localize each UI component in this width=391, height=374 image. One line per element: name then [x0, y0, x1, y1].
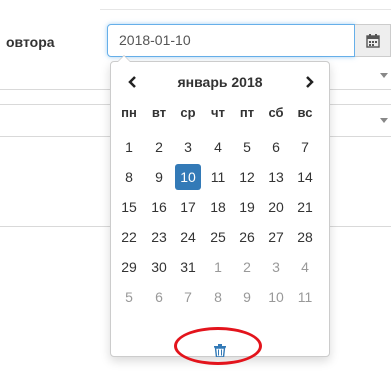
- day-cell-other-month[interactable]: 11: [292, 284, 318, 310]
- weekday-header: пт: [239, 105, 255, 120]
- day-cell[interactable]: 23: [146, 224, 172, 250]
- day-cell[interactable]: 3: [175, 134, 201, 160]
- chevron-right-icon: [306, 76, 314, 88]
- day-cell[interactable]: 13: [263, 164, 289, 190]
- datepicker-header: январь 2018: [111, 70, 329, 94]
- datepicker: январь 2018 пн вт ср чт пт сб вс 1 2 3 4…: [110, 55, 330, 357]
- day-cell-selected[interactable]: 10: [175, 164, 201, 190]
- day-cell-other-month[interactable]: 7: [175, 284, 201, 310]
- day-cell[interactable]: 9: [146, 164, 172, 190]
- day-cell-other-month[interactable]: 8: [205, 284, 231, 310]
- day-cell[interactable]: 14: [292, 164, 318, 190]
- day-cell-other-month[interactable]: 6: [146, 284, 172, 310]
- day-cell[interactable]: 11: [205, 164, 231, 190]
- day-cell[interactable]: 21: [292, 194, 318, 220]
- day-cell[interactable]: 8: [116, 164, 142, 190]
- day-cell[interactable]: 19: [234, 194, 260, 220]
- day-cell[interactable]: 7: [292, 134, 318, 160]
- day-cell-other-month[interactable]: 9: [234, 284, 260, 310]
- trash-icon: [214, 343, 226, 357]
- day-cell[interactable]: 30: [146, 254, 172, 280]
- picker-arrow: [118, 56, 130, 62]
- field-label: овтора: [6, 34, 55, 50]
- day-cell[interactable]: 1: [116, 134, 142, 160]
- caret-down-icon: [380, 73, 388, 78]
- day-cell[interactable]: 4: [205, 134, 231, 160]
- weekday-header: чт: [211, 105, 225, 120]
- date-input[interactable]: 2018-01-10: [107, 24, 355, 57]
- day-cell[interactable]: 5: [234, 134, 260, 160]
- prev-month-button[interactable]: [121, 70, 145, 94]
- day-cell[interactable]: 25: [205, 224, 231, 250]
- day-cell[interactable]: 16: [146, 194, 172, 220]
- day-cell[interactable]: 22: [116, 224, 142, 250]
- weekday-header: вт: [151, 105, 167, 120]
- day-cell[interactable]: 20: [263, 194, 289, 220]
- day-cell[interactable]: 12: [234, 164, 260, 190]
- weekday-header: пн: [121, 105, 137, 120]
- day-cell-other-month[interactable]: 2: [234, 254, 260, 280]
- day-cell-other-month[interactable]: 3: [263, 254, 289, 280]
- clear-date-button[interactable]: [209, 339, 231, 361]
- day-cell[interactable]: 6: [263, 134, 289, 160]
- day-cell-other-month[interactable]: 1: [205, 254, 231, 280]
- calendar-icon: [365, 33, 380, 48]
- day-cell[interactable]: 28: [292, 224, 318, 250]
- day-cell[interactable]: 31: [175, 254, 201, 280]
- screen: овтора 2018-01-10 январь 2018 пн вт ср ч…: [0, 0, 391, 374]
- day-cell[interactable]: 2: [146, 134, 172, 160]
- day-cell-other-month[interactable]: 5: [116, 284, 142, 310]
- calendar-button[interactable]: [355, 24, 391, 57]
- day-cell-other-month[interactable]: 4: [292, 254, 318, 280]
- next-month-button[interactable]: [297, 70, 321, 94]
- day-cell[interactable]: 24: [175, 224, 201, 250]
- divider: [100, 9, 391, 10]
- day-cell[interactable]: 17: [175, 194, 201, 220]
- month-title[interactable]: январь 2018: [151, 70, 289, 94]
- day-cell[interactable]: 27: [263, 224, 289, 250]
- weekday-header: сб: [268, 105, 284, 120]
- caret-down-icon: [380, 118, 388, 123]
- day-cell[interactable]: 29: [116, 254, 142, 280]
- weekday-header: ср: [180, 105, 196, 120]
- day-cell[interactable]: 18: [205, 194, 231, 220]
- chevron-left-icon: [128, 76, 136, 88]
- day-cell[interactable]: 15: [116, 194, 142, 220]
- weekday-header: вс: [297, 105, 313, 120]
- day-cell[interactable]: 26: [234, 224, 260, 250]
- day-cell-other-month[interactable]: 10: [263, 284, 289, 310]
